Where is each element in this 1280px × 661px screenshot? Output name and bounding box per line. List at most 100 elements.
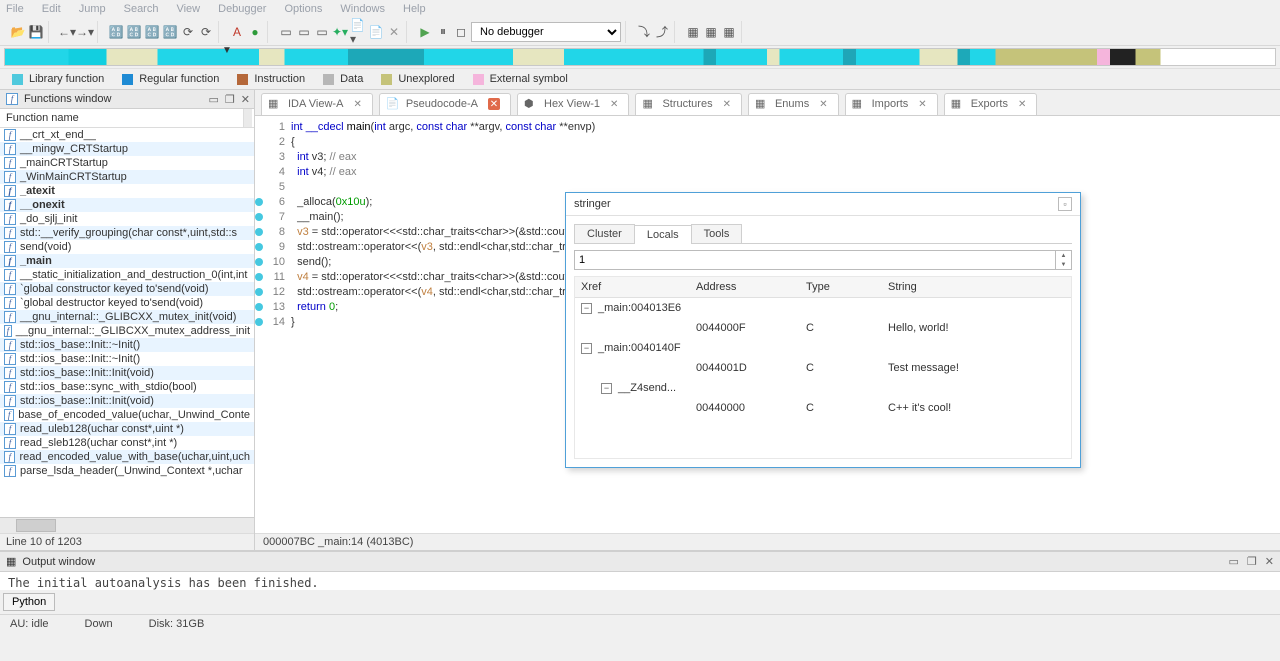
tool-d-icon[interactable]: 🔠 xyxy=(162,24,178,40)
menu-jump[interactable]: Jump xyxy=(79,3,106,15)
breakpoint-gutter[interactable] xyxy=(255,285,267,300)
function-row[interactable]: fstd::ios_base::Init::~Init() xyxy=(0,352,254,366)
menu-edit[interactable]: Edit xyxy=(42,3,61,15)
code-line[interactable]: 2{ xyxy=(255,135,1280,150)
close-icon[interactable]: ✕ xyxy=(723,99,731,110)
col-string[interactable]: String xyxy=(882,277,1071,297)
table-row[interactable]: −_main:004013E6 xyxy=(575,298,1071,318)
cancel-icon[interactable]: ✕ xyxy=(386,24,402,40)
function-row[interactable]: f_atexit xyxy=(0,184,254,198)
close-icon[interactable]: ✕ xyxy=(1265,555,1274,568)
script-icon[interactable]: 📄▾ xyxy=(350,24,366,40)
menu-help[interactable]: Help xyxy=(403,3,426,15)
tab-structures[interactable]: ▦Structures✕ xyxy=(635,93,742,115)
tab-pseudocode-a[interactable]: 📄Pseudocode-A✕ xyxy=(379,93,511,115)
function-row[interactable]: fread_encoded_value_with_base(uchar,uint… xyxy=(0,450,254,464)
open-icon[interactable]: 📂 xyxy=(10,24,26,40)
close-icon[interactable]: ✕ xyxy=(610,99,618,110)
win2-icon[interactable]: ▦ xyxy=(703,24,719,40)
refresh-icon[interactable]: ⟳ xyxy=(180,24,196,40)
collapse-icon[interactable]: − xyxy=(601,383,612,394)
function-row[interactable]: f__gnu_internal::_GLIBCXX_mutex_address_… xyxy=(0,324,254,338)
function-row[interactable]: fstd::ios_base::sync_with_stdio(bool) xyxy=(0,380,254,394)
breakpoint-gutter[interactable] xyxy=(255,150,267,165)
save-icon[interactable]: 💾 xyxy=(28,24,44,40)
function-row[interactable]: fsend(void) xyxy=(0,240,254,254)
menu-view[interactable]: View xyxy=(176,3,200,15)
maximize-icon[interactable]: ❐ xyxy=(1247,555,1257,568)
tab-hex-view-1[interactable]: ⬢Hex View-1✕ xyxy=(517,93,629,115)
output-body[interactable]: The initial autoanalysis has been finish… xyxy=(0,572,1280,590)
table-row[interactable]: 0044000FCHello, world! xyxy=(575,318,1071,338)
win3-icon[interactable]: ▦ xyxy=(721,24,737,40)
function-row[interactable]: fbase_of_encoded_value(uchar,_Unwind_Con… xyxy=(0,408,254,422)
breakpoint-gutter[interactable] xyxy=(255,180,267,195)
menu-debugger[interactable]: Debugger xyxy=(218,3,266,15)
table-row[interactable]: 0044001DCTest message! xyxy=(575,358,1071,378)
function-row[interactable]: f_main xyxy=(0,254,254,268)
table-row[interactable]: −__Z4send... xyxy=(575,378,1071,398)
tab-cluster[interactable]: Cluster xyxy=(574,224,635,243)
tab-exports[interactable]: ▦Exports✕ xyxy=(944,93,1038,115)
function-row[interactable]: fstd::ios_base::Init::Init(void) xyxy=(0,366,254,380)
function-row[interactable]: f`global constructor keyed to'send(void) xyxy=(0,282,254,296)
breakpoint-gutter[interactable] xyxy=(255,120,267,135)
menu-options[interactable]: Options xyxy=(284,3,322,15)
function-row[interactable]: f_WinMainCRTStartup xyxy=(0,170,254,184)
restore-icon[interactable]: ▭ xyxy=(1229,555,1239,568)
col-type[interactable]: Type xyxy=(800,277,882,297)
breakpoint-gutter[interactable] xyxy=(255,315,267,330)
function-row[interactable]: f__mingw_CRTStartup xyxy=(0,142,254,156)
tab-imports[interactable]: ▦Imports✕ xyxy=(845,93,938,115)
breakpoint-gutter[interactable] xyxy=(255,165,267,180)
win1-icon[interactable]: ▦ xyxy=(685,24,701,40)
function-row[interactable]: f__crt_xt_end__ xyxy=(0,128,254,142)
play-icon[interactable]: ▶ xyxy=(417,24,433,40)
close-icon[interactable]: ✕ xyxy=(819,99,827,110)
navigation-band[interactable]: ▼ xyxy=(4,48,1276,66)
function-row[interactable]: fstd::ios_base::Init::Init(void) xyxy=(0,394,254,408)
menu-search[interactable]: Search xyxy=(124,3,159,15)
col-address[interactable]: Address xyxy=(690,277,800,297)
breakpoint-gutter[interactable] xyxy=(255,225,267,240)
functions-hscroll[interactable] xyxy=(0,517,254,533)
breakpoint-gutter[interactable] xyxy=(255,210,267,225)
maximize-icon[interactable]: ❐ xyxy=(225,93,235,106)
stop-icon[interactable]: ◻ xyxy=(453,24,469,40)
code-line[interactable]: 3 int v3; // eax xyxy=(255,150,1280,165)
close-icon[interactable]: ✕ xyxy=(241,93,250,106)
debugger-select[interactable]: No debugger xyxy=(471,22,621,42)
tab-ida-view-a[interactable]: ▦IDA View-A✕ xyxy=(261,93,373,115)
tab-enums[interactable]: ▦Enums✕ xyxy=(748,93,839,115)
stringer-titlebar[interactable]: stringer ▫ xyxy=(566,193,1080,216)
breakpoint-gutter[interactable] xyxy=(255,135,267,150)
function-row[interactable]: f_mainCRTStartup xyxy=(0,156,254,170)
table-row[interactable]: 00440000CC++ it's cool! xyxy=(575,398,1071,418)
close-icon[interactable]: ✕ xyxy=(1018,99,1026,110)
text-icon[interactable]: A xyxy=(229,24,245,40)
box3-icon[interactable]: ▭ xyxy=(314,24,330,40)
code-line[interactable]: 1int __cdecl main(int argc, const char *… xyxy=(255,120,1280,135)
menu-file[interactable]: File xyxy=(6,3,24,15)
function-row[interactable]: f__onexit xyxy=(0,198,254,212)
tab-locals[interactable]: Locals xyxy=(634,225,692,244)
spinner[interactable]: ▲▼ xyxy=(1056,250,1072,270)
step-icon[interactable]: ⤵ xyxy=(636,24,652,40)
breakpoint-gutter[interactable] xyxy=(255,240,267,255)
tool-b-icon[interactable]: 🔠 xyxy=(126,24,142,40)
table-row[interactable]: −_main:0040140F xyxy=(575,338,1071,358)
script2-icon[interactable]: 📄 xyxy=(368,24,384,40)
forward-icon[interactable]: →▾ xyxy=(77,24,93,40)
star-icon[interactable]: ✦▾ xyxy=(332,24,348,40)
function-row[interactable]: fstd::__verify_grouping(char const*,uint… xyxy=(0,226,254,240)
box1-icon[interactable]: ▭ xyxy=(278,24,294,40)
function-row[interactable]: fread_sleb128(uchar const*,int *) xyxy=(0,436,254,450)
collapse-icon[interactable]: − xyxy=(581,343,592,354)
python-button[interactable]: Python xyxy=(3,593,55,611)
search-input[interactable] xyxy=(574,250,1056,270)
function-row[interactable]: fparse_lsda_header(_Unwind_Context *,uch… xyxy=(0,464,254,478)
menu-windows[interactable]: Windows xyxy=(340,3,385,15)
functions-col-header[interactable]: Function name xyxy=(0,109,254,128)
col-xref[interactable]: Xref xyxy=(575,277,690,297)
restore-icon[interactable]: ▭ xyxy=(209,93,219,106)
